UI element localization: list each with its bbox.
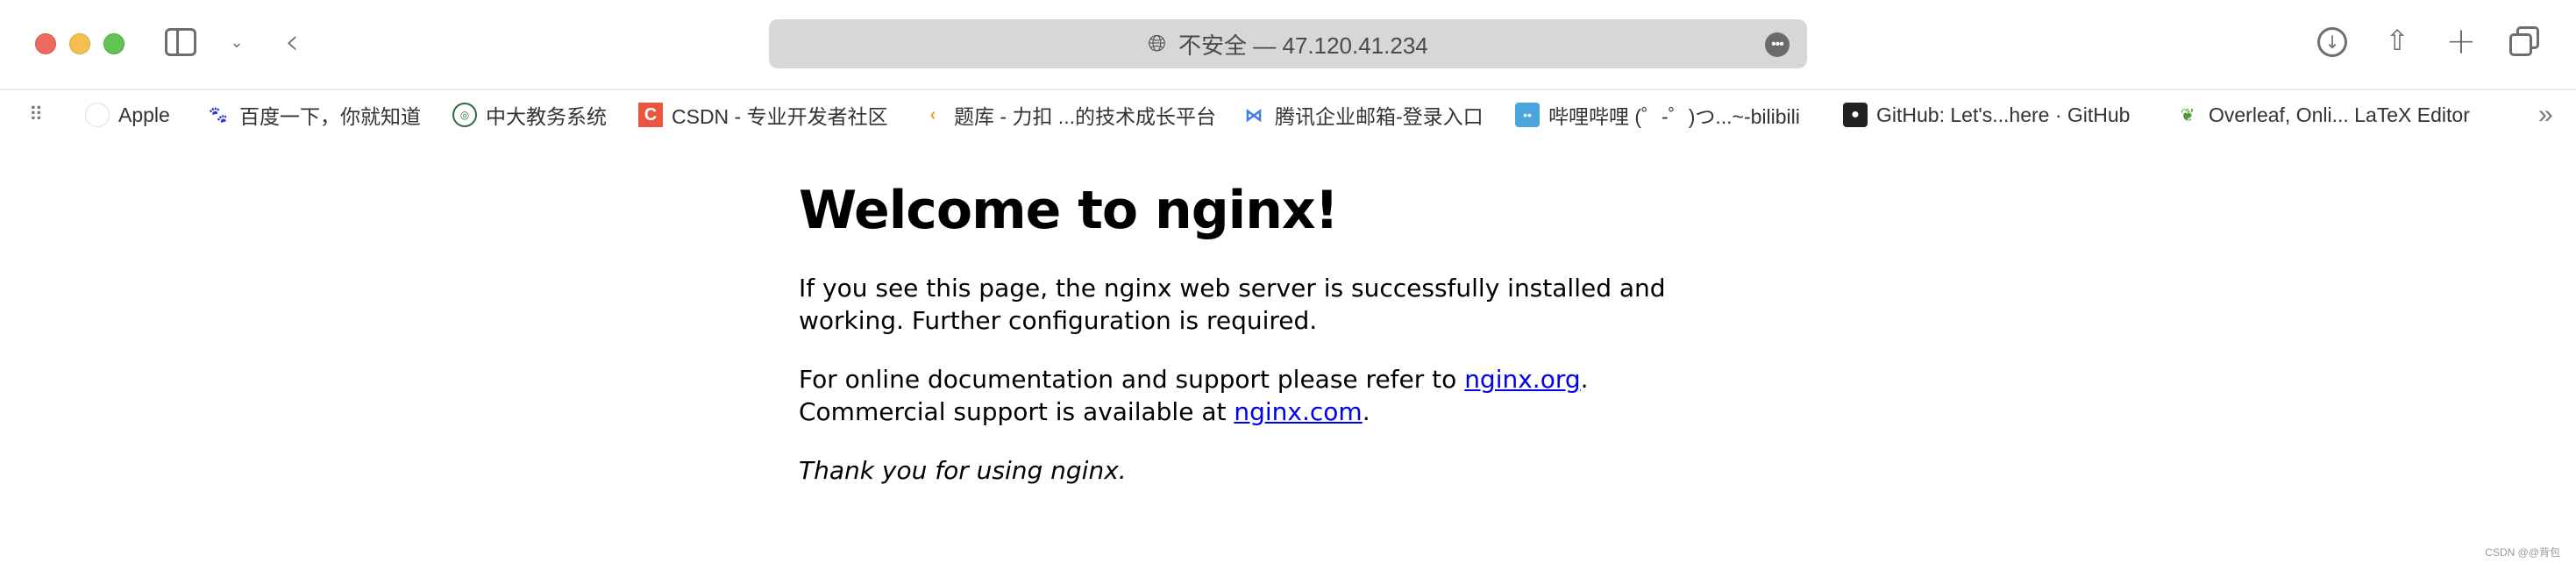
tab-overview-icon[interactable] — [2509, 26, 2541, 58]
globe-icon: 🌐︎ — [1148, 30, 1167, 56]
bookmarks-bar: ⠿ Apple 🐾︎ 百度一下，你就知道 ◎ 中大教务系统 C CSDN - 专业开发… — [0, 92, 2576, 138]
bookmark-csdn[interactable]: C CSDN - 专业开发者社区 — [638, 100, 888, 130]
close-window-button[interactable] — [35, 33, 56, 54]
more-bookmarks-icon[interactable]: » — [2538, 100, 2553, 130]
tencent-mail-icon: ⋈ — [1245, 105, 1263, 125]
page-title: Welcome to nginx! — [799, 180, 1339, 241]
nginx-org-link[interactable]: nginx.org — [1464, 365, 1580, 394]
github-icon: ● — [1843, 103, 1868, 127]
chevron-down-icon[interactable]: ⌄ — [226, 30, 247, 54]
bookmark-leetcode[interactable]: ‹ 题库 - 力扣 ...的技术成长平台 — [921, 100, 1216, 130]
bookmark-sysu[interactable]: ◎ 中大教务系统 — [452, 100, 607, 130]
apple-icon — [85, 103, 110, 127]
bilibili-icon: •• — [1515, 103, 1540, 127]
bookmark-tencent-mail[interactable]: ⋈ 腾讯企业邮箱-登录入口 — [1242, 100, 1484, 130]
bookmark-bilibili[interactable]: •• 哔哩哔哩 (゜-゜)つ...~-bilibili — [1515, 100, 1800, 130]
new-tab-icon[interactable]: + — [2445, 19, 2476, 62]
watermark: CSDN @@背包 — [2485, 546, 2560, 559]
zoom-window-button[interactable] — [103, 33, 125, 54]
back-icon[interactable]: ‹ — [279, 22, 305, 62]
download-icon[interactable]: ↓ — [2317, 27, 2347, 57]
bookmarks-grid-icon[interactable]: ⠿ — [29, 103, 43, 126]
bookmark-overleaf[interactable]: ❦ Overleaf, Onli... LaTeX Editor — [2175, 103, 2470, 127]
sidebar-toggle-icon[interactable] — [165, 28, 196, 56]
browser-toolbar: ⌄ ‹ 🌐︎ 不安全 — 47.120.41.234 ••• ↓ ⇧ + — [0, 0, 2576, 90]
thanks-paragraph: Thank you for using nginx. — [799, 456, 1127, 485]
bookmark-baidu[interactable]: 🐾︎ 百度一下，你就知道 — [206, 100, 421, 130]
csdn-icon: C — [638, 103, 663, 127]
support-paragraph: For online documentation and support ple… — [799, 365, 1589, 426]
intro-paragraph: If you see this page, the nginx web serv… — [799, 274, 1666, 335]
overleaf-icon: ❦ — [2180, 105, 2195, 125]
share-icon[interactable]: ⇧ — [2382, 23, 2412, 58]
address-text: 不安全 — 47.120.41.234 — [1178, 32, 1428, 59]
bookmark-apple[interactable]: Apple — [85, 103, 170, 127]
more-options-icon[interactable]: ••• — [1765, 32, 1790, 57]
leetcode-icon: ‹ — [929, 104, 936, 125]
page-content: Welcome to nginx! If you see this page, … — [799, 175, 1763, 513]
minimize-window-button[interactable] — [69, 33, 90, 54]
university-seal-icon: ◎ — [452, 103, 477, 127]
bookmark-github[interactable]: ● GitHub: Let's...here · GitHub — [1843, 103, 2130, 127]
address-bar[interactable]: 🌐︎ 不安全 — 47.120.41.234 ••• — [769, 19, 1807, 68]
nginx-com-link[interactable]: nginx.com — [1234, 397, 1362, 426]
baidu-icon: 🐾︎ — [207, 105, 230, 125]
